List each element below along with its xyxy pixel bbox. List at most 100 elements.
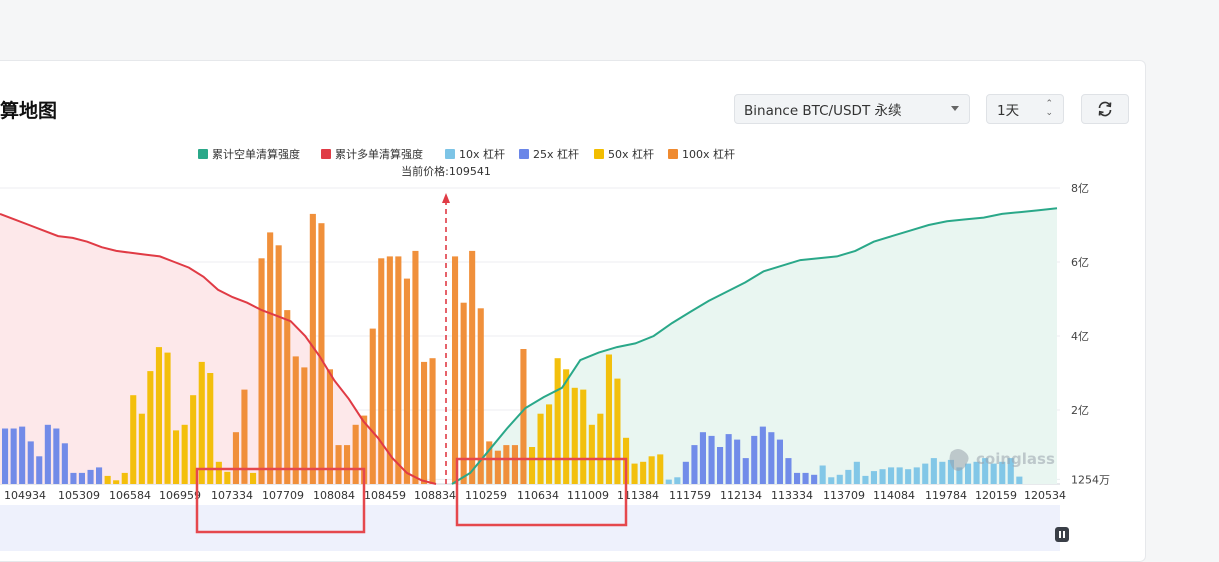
- range-slider-track[interactable]: [0, 505, 1060, 551]
- bar: [580, 389, 587, 484]
- bar: [155, 347, 162, 484]
- bar: [70, 472, 77, 484]
- bar: [588, 424, 595, 484]
- x-tick-label: 110259: [465, 489, 507, 502]
- legend-swatch: [519, 149, 529, 159]
- bar: [275, 245, 282, 484]
- bar: [258, 258, 265, 484]
- pause-icon[interactable]: [1055, 527, 1069, 542]
- bar: [352, 424, 359, 484]
- bar: [751, 435, 758, 484]
- bar: [537, 413, 544, 484]
- legend-label: 累计多单清算强度: [335, 147, 423, 161]
- x-tick-label: 106584: [109, 489, 151, 502]
- bar: [469, 250, 476, 484]
- bar: [776, 439, 783, 484]
- bar: [811, 474, 818, 485]
- legend-item: 50x 杠杆: [594, 147, 654, 161]
- bar: [403, 278, 410, 484]
- bar: [292, 356, 299, 485]
- bar: [36, 456, 43, 485]
- bar: [896, 467, 903, 485]
- bar: [939, 461, 946, 484]
- bar: [181, 424, 188, 484]
- bar: [614, 378, 621, 485]
- bar: [836, 474, 843, 485]
- bar: [725, 434, 732, 485]
- bar: [369, 328, 376, 484]
- current-price-label: 当前价格:109541: [401, 164, 491, 178]
- x-tick-label: 108834: [414, 489, 456, 502]
- legend-item: 100x 杠杆: [668, 147, 735, 161]
- bar: [173, 430, 180, 484]
- bar: [412, 250, 419, 484]
- bar: [335, 445, 342, 484]
- bar: [768, 432, 775, 484]
- bar: [759, 426, 766, 484]
- coinglass-watermark: coinglass: [976, 450, 1055, 468]
- bar: [529, 447, 536, 484]
- x-tick-label: 108459: [364, 489, 406, 502]
- bar: [344, 445, 351, 484]
- legend-swatch: [668, 149, 678, 159]
- bar: [734, 439, 741, 484]
- bar: [691, 445, 698, 484]
- x-tick-label: 120534: [1024, 489, 1066, 502]
- bar: [657, 454, 664, 484]
- bar: [207, 373, 214, 484]
- bar: [674, 477, 681, 484]
- bar: [699, 432, 706, 484]
- bar: [395, 256, 402, 484]
- bar: [494, 450, 501, 484]
- bar: [421, 361, 428, 484]
- y-tick-label: 6亿: [1071, 256, 1089, 269]
- bar: [147, 371, 154, 484]
- x-tick-label: 110634: [517, 489, 559, 502]
- x-tick-label: 111384: [617, 489, 659, 502]
- bar: [682, 461, 689, 484]
- bar: [845, 469, 852, 484]
- bar: [605, 354, 612, 484]
- bar: [640, 461, 647, 484]
- bar: [742, 458, 749, 484]
- bar: [2, 428, 9, 484]
- bar: [554, 358, 561, 484]
- bar: [215, 461, 222, 484]
- bar: [571, 387, 578, 484]
- bar: [546, 404, 553, 484]
- bar: [922, 463, 929, 484]
- bar: [905, 469, 912, 484]
- legend-item: 25x 杠杆: [519, 147, 579, 161]
- bar: [1016, 476, 1023, 484]
- bar: [802, 472, 809, 484]
- bar: [78, 472, 85, 484]
- bar: [819, 465, 826, 484]
- bar: [708, 435, 715, 484]
- bar: [232, 432, 239, 484]
- legend-swatch: [594, 149, 604, 159]
- x-tick-label: 119784: [925, 489, 967, 502]
- bar: [113, 480, 120, 484]
- x-tick-label: 111759: [669, 489, 711, 502]
- y-tick-label: 2亿: [1071, 404, 1089, 417]
- bar: [378, 258, 385, 484]
- legend-label: 50x 杠杆: [608, 147, 654, 161]
- x-tick-label: 111009: [567, 489, 609, 502]
- bar: [44, 424, 51, 484]
- legend-swatch: [445, 149, 455, 159]
- bar: [130, 395, 137, 484]
- bar: [96, 467, 103, 485]
- bar: [121, 472, 128, 484]
- bar: [665, 479, 672, 484]
- y-tick-label: 1254万: [1071, 473, 1110, 486]
- bar: [429, 358, 436, 484]
- bar: [597, 413, 604, 484]
- x-tick-label: 107334: [211, 489, 253, 502]
- bar: [19, 426, 26, 484]
- x-tick-label: 106959: [159, 489, 201, 502]
- x-tick-label: 113709: [823, 489, 865, 502]
- x-tick-label: 114084: [873, 489, 915, 502]
- legend-label: 10x 杠杆: [459, 147, 505, 161]
- legend-item: 累计多单清算强度: [321, 147, 423, 161]
- bar: [965, 463, 972, 484]
